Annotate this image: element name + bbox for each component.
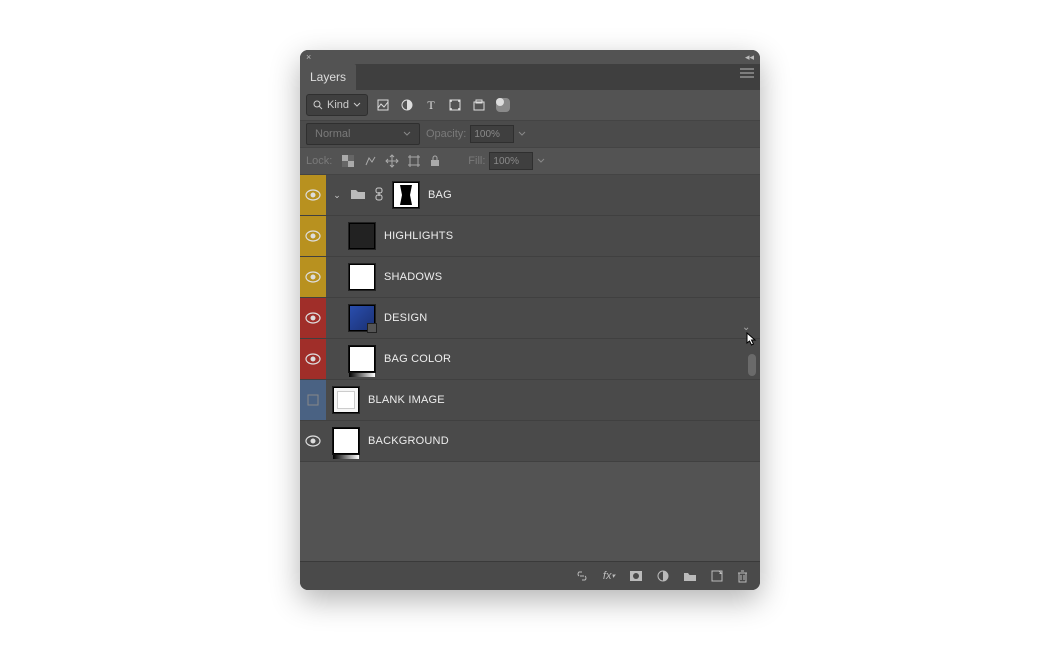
layer-body[interactable]: DESIGN <box>326 298 760 338</box>
collapse-icon[interactable]: ◂◂ <box>745 52 754 63</box>
fill-input[interactable] <box>489 152 533 170</box>
layer-name[interactable]: SHADOWS <box>384 271 442 283</box>
lock-position-icon[interactable] <box>386 155 398 167</box>
filter-toggle[interactable] <box>496 98 510 112</box>
layer-row[interactable]: BLANK IMAGE <box>300 380 760 421</box>
filter-type-icons: T <box>376 98 510 112</box>
fx-icon[interactable]: fx▾ <box>603 570 615 582</box>
layer-thumbnail[interactable] <box>348 263 376 291</box>
chevron-down-icon <box>353 101 361 109</box>
layer-row[interactable]: BACKGROUND <box>300 421 760 462</box>
layer-body[interactable]: BLANK IMAGE <box>326 380 760 420</box>
layer-row[interactable]: ⌄ BAG <box>300 175 760 216</box>
filter-smartobject-icon[interactable] <box>472 98 486 112</box>
layer-thumbnail[interactable] <box>348 222 376 250</box>
blend-mode-label: Normal <box>315 128 350 140</box>
visibility-toggle[interactable] <box>300 298 326 338</box>
opacity-input[interactable] <box>470 125 514 143</box>
visibility-toggle[interactable] <box>300 216 326 256</box>
filter-shape-icon[interactable] <box>448 98 462 112</box>
svg-text:T: T <box>427 98 435 112</box>
trash-icon[interactable] <box>737 570 748 583</box>
folder-icon <box>350 188 366 203</box>
filter-adjustment-icon[interactable] <box>400 98 414 112</box>
tab-bar: Layers <box>300 64 760 90</box>
layer-body[interactable]: SHADOWS <box>326 257 760 297</box>
visibility-toggle[interactable] <box>300 339 326 379</box>
visibility-toggle[interactable] <box>300 257 326 297</box>
lock-artboard-icon[interactable] <box>408 155 420 167</box>
layer-list: ⌄ BAG HIGHLIGHTS SHADOWS DESIGN BAG COLOR BLAN… <box>300 175 760 462</box>
layer-body[interactable]: BACKGROUND <box>326 421 760 461</box>
lock-transparent-icon[interactable] <box>342 155 354 167</box>
scrollbar-thumb[interactable] <box>748 354 756 376</box>
visibility-toggle[interactable] <box>300 421 326 461</box>
mask-icon[interactable] <box>629 570 643 582</box>
layer-row[interactable]: BAG COLOR <box>300 339 760 380</box>
layer-row[interactable]: HIGHLIGHTS <box>300 216 760 257</box>
fill-field: Fill: <box>468 152 545 170</box>
adjustment-layer-icon[interactable] <box>657 570 669 582</box>
layer-row[interactable]: DESIGN <box>300 298 760 339</box>
lock-all-icon[interactable] <box>430 155 440 167</box>
lock-image-icon[interactable] <box>364 155 376 167</box>
close-icon[interactable]: × <box>306 52 311 62</box>
layer-name[interactable]: HIGHLIGHTS <box>384 230 453 242</box>
layer-body[interactable]: ⌄ BAG <box>326 175 760 215</box>
panel-footer: fx▾ <box>300 561 760 590</box>
lock-icons <box>342 155 440 167</box>
lock-label: Lock: <box>306 155 332 167</box>
layer-mask-thumbnail[interactable] <box>392 181 420 209</box>
visibility-toggle[interactable] <box>300 380 326 420</box>
blend-mode-dropdown[interactable]: Normal <box>306 123 420 145</box>
chevron-down-icon[interactable] <box>518 130 526 138</box>
layer-thumbnail[interactable] <box>332 386 360 414</box>
layer-name[interactable]: BAG <box>428 189 452 201</box>
layer-row[interactable]: SHADOWS <box>300 257 760 298</box>
filter-pixel-icon[interactable] <box>376 98 390 112</box>
layer-thumbnail[interactable] <box>348 304 376 332</box>
layer-name[interactable]: BAG COLOR <box>384 353 451 365</box>
filter-kind-dropdown[interactable]: Kind <box>306 94 368 116</box>
disclosure-chevron-icon[interactable]: ⌄ <box>332 190 342 201</box>
opacity-label: Opacity: <box>426 128 466 140</box>
opacity-field: Opacity: <box>426 125 526 143</box>
layer-thumbnail[interactable] <box>332 427 360 455</box>
filter-type-icon[interactable]: T <box>424 98 438 112</box>
layer-body[interactable]: BAG COLOR <box>326 339 760 379</box>
chevron-down-icon[interactable] <box>537 157 545 165</box>
fill-label: Fill: <box>468 155 485 167</box>
panel-titlebar: × ◂◂ <box>300 50 760 64</box>
filter-bar: Kind T <box>300 90 760 121</box>
link-icon <box>374 187 384 204</box>
blend-bar: Normal Opacity: <box>300 121 760 148</box>
tab-bar-spacer <box>356 64 760 90</box>
visibility-toggle[interactable] <box>300 175 326 215</box>
link-icon[interactable] <box>575 571 589 581</box>
layer-body[interactable]: HIGHLIGHTS <box>326 216 760 256</box>
lock-bar: Lock: Fill: <box>300 148 760 175</box>
filter-kind-label: Kind <box>327 99 349 111</box>
layer-name[interactable]: DESIGN <box>384 312 427 324</box>
search-icon <box>313 100 323 110</box>
new-layer-icon[interactable] <box>711 570 723 582</box>
panel-menu-icon[interactable] <box>740 68 754 78</box>
layer-thumbnail[interactable] <box>348 345 376 373</box>
layers-panel: × ◂◂ Layers Kind T Normal Opacity: <box>300 50 760 590</box>
layer-name[interactable]: BLANK IMAGE <box>368 394 445 406</box>
layer-name[interactable]: BACKGROUND <box>368 435 449 447</box>
group-icon[interactable] <box>683 571 697 582</box>
tab-layers[interactable]: Layers <box>300 64 356 90</box>
chevron-down-icon <box>403 130 411 138</box>
